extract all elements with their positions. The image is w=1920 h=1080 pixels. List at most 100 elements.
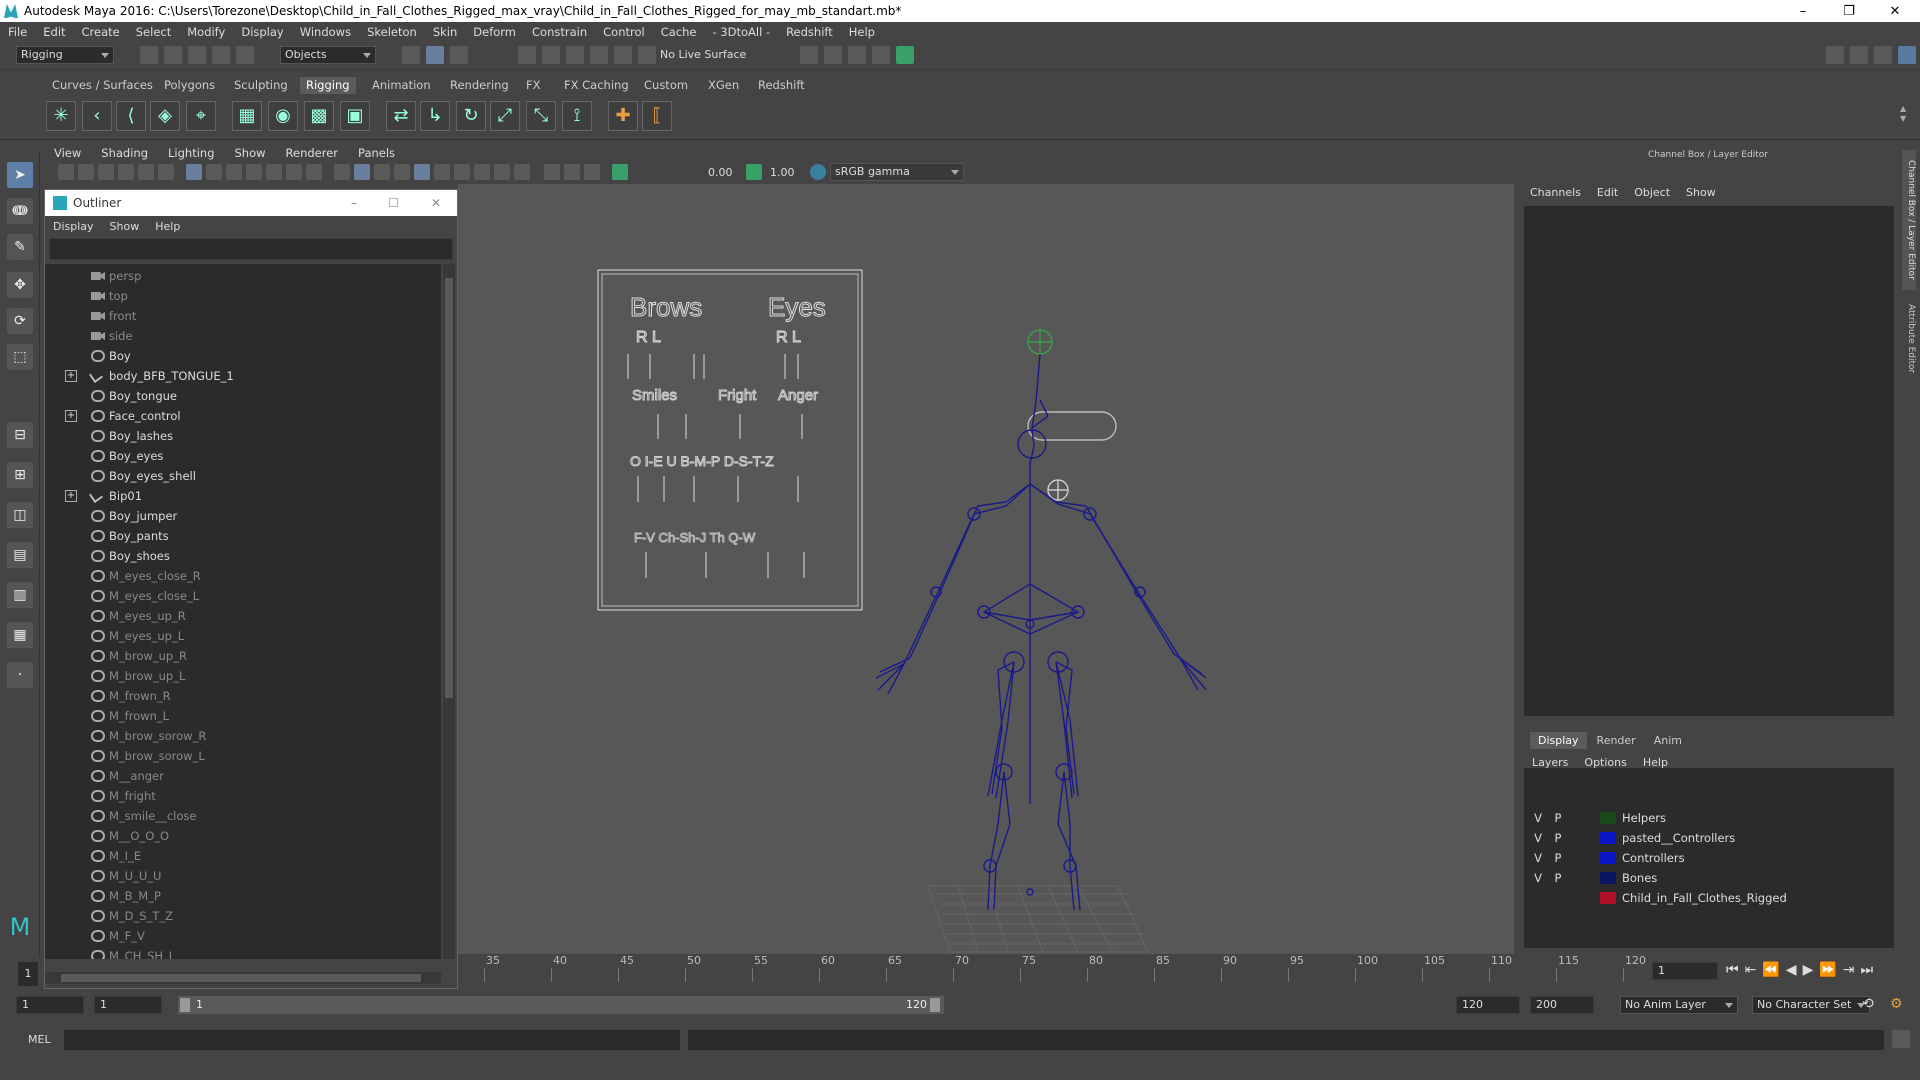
add-influence-icon[interactable]: ✚ (608, 101, 638, 131)
channel-box-content[interactable] (1524, 206, 1894, 716)
outliner-item[interactable]: M__O_O_O (45, 826, 441, 846)
vp-menu-lighting[interactable]: Lighting (158, 146, 224, 160)
wrap-icon[interactable]: ▩ (304, 101, 334, 131)
paint-select-tool-icon[interactable]: ✎ (7, 234, 33, 260)
range-slider[interactable]: 1 120 (178, 996, 944, 1014)
minimize-button[interactable]: – (1780, 0, 1826, 22)
menu-modify[interactable]: Modify (179, 25, 233, 39)
outliner-close-icon[interactable]: ✕ (431, 196, 441, 210)
ambient-occlusion-icon[interactable] (474, 164, 490, 180)
menu-file[interactable]: File (0, 25, 35, 39)
outliner-item[interactable]: M_eyes_up_L (45, 626, 441, 646)
cb-menu-channels[interactable]: Channels (1530, 186, 1581, 199)
color-management-icon[interactable] (810, 164, 826, 180)
render-view-icon[interactable] (872, 46, 890, 64)
attribute-editor-toggle-icon[interactable] (1850, 46, 1868, 64)
script-editor-icon[interactable] (1892, 1030, 1910, 1048)
step-forward-frame-icon[interactable]: ⏩ (1819, 962, 1836, 978)
outliner-item[interactable]: + Face_control (45, 406, 441, 426)
remove-influence-icon[interactable]: ⟦ (642, 101, 672, 131)
outliner-item[interactable]: M_eyes_close_L (45, 586, 441, 606)
snap-vertex-icon[interactable] (638, 46, 656, 64)
gamma-value[interactable]: 1.00 (770, 166, 795, 179)
grease-pencil-icon[interactable] (158, 164, 174, 180)
vp-menu-renderer[interactable]: Renderer (276, 146, 349, 160)
motion-blur-icon[interactable] (494, 164, 510, 180)
rotate-tool-icon[interactable]: ⟳ (7, 308, 33, 334)
range-end-handle[interactable] (930, 998, 940, 1012)
expand-icon[interactable]: + (65, 490, 77, 502)
anim-layer-dropdown[interactable]: No Anim Layer (1620, 996, 1738, 1014)
outliner-item[interactable]: M_eyes_up_R (45, 606, 441, 626)
layer-tab-anim[interactable]: Anim (1646, 732, 1690, 749)
menu-create[interactable]: Create (74, 25, 128, 39)
select-tool-icon[interactable]: ➤ (7, 162, 33, 188)
outliner-item[interactable]: M_I_E (45, 846, 441, 866)
redo-icon[interactable] (236, 46, 254, 64)
layer-color-swatch[interactable] (1600, 892, 1616, 904)
camera-attributes-icon[interactable] (78, 164, 94, 180)
channel-box-toggle-icon[interactable] (1898, 46, 1916, 64)
outliner-item[interactable]: M__anger (45, 766, 441, 786)
modeling-toolkit-icon[interactable] (1826, 46, 1844, 64)
outliner-item[interactable]: Boy_pants (45, 526, 441, 546)
anti-aliasing-icon[interactable] (514, 164, 530, 180)
outliner-item[interactable]: M_eyes_close_R (45, 566, 441, 586)
resolution-gate-icon[interactable] (226, 164, 242, 180)
xray-joints-icon[interactable] (564, 164, 580, 180)
channel-box-side-tab[interactable]: Channel Box / Layer Editor (1902, 150, 1916, 290)
outliner-item[interactable]: top (45, 286, 441, 306)
create-joint-icon[interactable]: ‹ (82, 101, 112, 131)
outliner-item[interactable]: + body_BFB_TONGUE_1 (45, 366, 441, 386)
outliner-item[interactable]: side (45, 326, 441, 346)
go-to-end-icon[interactable]: ⏭ (1861, 962, 1874, 978)
exposure-value[interactable]: 0.00 (708, 166, 733, 179)
outliner-scroll-thumb[interactable] (445, 278, 453, 698)
outliner-item[interactable]: M_U_U_U (45, 866, 441, 886)
cb-menu-show[interactable]: Show (1686, 186, 1716, 199)
select-component-icon[interactable] (450, 46, 468, 64)
play-forward-icon[interactable]: ▶ (1803, 962, 1814, 978)
render-settings-icon[interactable] (800, 46, 818, 64)
layer-visibility-toggle[interactable]: V (1530, 808, 1546, 828)
camera-select-icon[interactable] (58, 164, 74, 180)
display-layer-row[interactable]: V Ppasted__Controllers (1524, 828, 1894, 848)
layer-visibility-toggle[interactable]: V (1530, 848, 1546, 868)
outliner-item[interactable]: + Bip01 (45, 486, 441, 506)
smooth-shade-icon[interactable] (354, 164, 370, 180)
animation-end-field[interactable]: 200 (1530, 996, 1594, 1014)
outliner-item[interactable]: M_brow_up_R (45, 646, 441, 666)
vp-menu-shading[interactable]: Shading (91, 146, 158, 160)
outliner-item[interactable]: front (45, 306, 441, 326)
blend-shape-icon[interactable]: ▣ (340, 101, 370, 131)
range-start-handle[interactable] (180, 998, 190, 1012)
scale-constraint-icon[interactable]: ⤢ (490, 101, 520, 131)
menu-set-dropdown[interactable]: Rigging (16, 46, 114, 64)
maximize-button[interactable]: ❐ (1826, 0, 1872, 22)
single-pane-layout-icon[interactable]: ⊟ (7, 422, 33, 448)
hypershade-icon[interactable] (896, 46, 914, 64)
lasso-tool-icon[interactable]: ↈ (7, 198, 33, 224)
graph-persp-layout-icon[interactable]: ▥ (7, 582, 33, 608)
play-backward-icon[interactable]: ◀ (1786, 962, 1797, 978)
parent-constraint-icon[interactable]: ⤡ (526, 101, 556, 131)
outliner-vertical-scrollbar[interactable] (443, 264, 455, 959)
menu-help[interactable]: Help (841, 25, 883, 39)
playback-start-field[interactable]: 1 (94, 996, 162, 1014)
bind-skin-icon[interactable]: ⌖ (186, 101, 216, 131)
current-frame-field[interactable]: 1 (1652, 962, 1718, 980)
snap-curve-icon[interactable] (542, 46, 560, 64)
menu-skin[interactable]: Skin (425, 25, 465, 39)
outliner-item[interactable]: M_frown_L (45, 706, 441, 726)
outliner-item[interactable]: persp (45, 266, 441, 286)
character-set-dropdown[interactable]: No Character Set (1752, 996, 1870, 1014)
layer-tab-display[interactable]: Display (1530, 732, 1587, 749)
film-gate-icon[interactable] (206, 164, 222, 180)
display-layer-row[interactable]: Child_in_Fall_Clothes_Rigged (1524, 888, 1894, 908)
outliner-item[interactable]: M_F_V (45, 926, 441, 946)
2d-pan-zoom-icon[interactable] (138, 164, 154, 180)
layer-playback-toggle[interactable]: P (1550, 848, 1566, 868)
exposure-icon[interactable] (612, 164, 628, 180)
layer-playback-toggle[interactable]: P (1550, 828, 1566, 848)
isolate-select-icon[interactable] (544, 164, 560, 180)
